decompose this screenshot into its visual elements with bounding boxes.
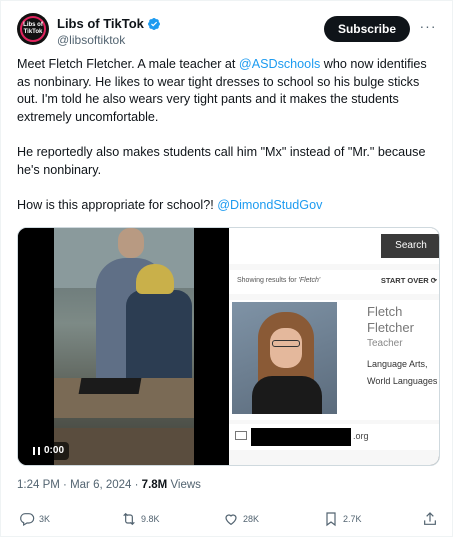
meta-separator: · xyxy=(131,479,142,491)
video-teacher-head xyxy=(118,228,144,258)
photo-face xyxy=(270,328,302,368)
video-time-badge[interactable]: 0:00 xyxy=(28,442,70,460)
tweet-paragraph-1: Meet Fletch Fletcher. A male teacher at … xyxy=(17,56,442,126)
tweet-paragraph-2: He reportedly also makes students call h… xyxy=(17,144,426,177)
avatar[interactable]: Libs of TikTok xyxy=(17,13,49,45)
staff-name: Fletch Fletcher xyxy=(367,304,414,336)
email-suffix: .org xyxy=(353,431,369,441)
results-prefix: Showing results for xyxy=(237,277,299,284)
tweet-text-segment: How is this appropriate for school?! xyxy=(17,197,218,212)
reply-icon xyxy=(20,513,35,527)
staff-directory-image: Search Showing results for 'Fletch' STAR… xyxy=(229,228,439,465)
staff-photo xyxy=(232,302,337,414)
video-time: 0:00 xyxy=(44,445,65,456)
tweet-time[interactable]: 1:24 PM xyxy=(17,479,60,491)
staff-last-name: Fletcher xyxy=(367,320,414,335)
display-name[interactable]: Libs of TikTok xyxy=(57,16,144,31)
bookmark-icon xyxy=(326,512,336,527)
views-count: 7.8M xyxy=(141,479,168,491)
mail-icon xyxy=(235,431,247,440)
redaction-bar xyxy=(251,428,351,446)
mention-link[interactable]: @ASDschools xyxy=(239,57,320,71)
tweet-card: Libs of TikTok Libs of TikTok @libsoftik… xyxy=(0,0,453,537)
display-name-row: Libs of TikTok xyxy=(57,16,161,31)
share-button[interactable] xyxy=(422,511,438,527)
tweet-text-segment: Meet Fletch Fletcher. A male teacher at xyxy=(17,57,239,71)
staff-first-name: Fletch xyxy=(367,304,403,319)
tweet-meta: 1:24 PM · Mar 6, 2024 · 7.8M Views xyxy=(17,479,201,491)
views-label: Views xyxy=(167,479,201,491)
video-student-hat xyxy=(136,264,174,294)
subscribe-button[interactable]: Subscribe xyxy=(323,16,410,42)
video-player[interactable]: 0:00 xyxy=(18,228,229,465)
photo-glasses xyxy=(272,340,300,347)
reply-count: 3K xyxy=(39,514,51,524)
photo-body xyxy=(252,376,322,414)
results-text: Showing results for 'Fletch' xyxy=(237,277,320,284)
like-count: 28K xyxy=(243,514,260,524)
staff-role: Teacher xyxy=(367,338,403,349)
staff-card: Fletch Fletcher Teacher Language Arts, W… xyxy=(229,300,439,420)
repost-count: 9.8K xyxy=(141,514,160,524)
start-over-text: START OVER xyxy=(380,276,429,285)
tweet-text: Meet Fletch Fletcher. A male teacher at … xyxy=(17,56,442,232)
heart-icon xyxy=(225,514,237,526)
pause-icon[interactable] xyxy=(33,447,40,455)
mention-link[interactable]: @DimondStudGov xyxy=(217,198,322,212)
video-desk-front xyxy=(54,428,194,465)
author-names: Libs of TikTok @libsoftiktok xyxy=(57,16,161,47)
directory-results-bar: Showing results for 'Fletch' START OVER … xyxy=(229,270,439,294)
author-handle[interactable]: @libsoftiktok xyxy=(57,33,161,47)
tweet-paragraph-3: How is this appropriate for school?! @Di… xyxy=(17,197,442,215)
staff-subject-1: Language Arts, xyxy=(367,359,428,369)
more-options-icon[interactable]: ··· xyxy=(418,19,438,39)
bookmark-button[interactable]: 2.7K xyxy=(323,511,362,527)
staff-email-row: .org xyxy=(229,424,439,450)
directory-search-button: Search xyxy=(381,234,439,258)
tweet-date[interactable]: Mar 6, 2024 xyxy=(70,479,131,491)
video-laptop xyxy=(78,378,142,394)
video-letterbox-left xyxy=(18,228,54,465)
share-icon xyxy=(424,512,436,525)
reply-button[interactable]: 3K xyxy=(19,511,50,527)
repost-button[interactable]: 9.8K xyxy=(121,511,160,527)
avatar-logo-text: Libs of TikTok xyxy=(23,22,43,35)
staff-subjects: Language Arts, World Languages xyxy=(367,356,437,390)
tweet-header: Libs of TikTok Libs of TikTok @libsoftik… xyxy=(17,13,440,53)
meta-separator: · xyxy=(59,479,71,491)
verified-badge-icon xyxy=(147,17,160,30)
start-over-label: START OVER ⟳ xyxy=(380,276,437,285)
bookmark-count: 2.7K xyxy=(343,514,362,524)
tweet-media[interactable]: 0:00 Search Showing results for 'Fletch'… xyxy=(17,227,440,466)
repost-icon xyxy=(123,512,135,526)
like-button[interactable]: 28K xyxy=(223,511,259,527)
directory-top-bar: Search xyxy=(229,228,439,264)
video-letterbox-right xyxy=(194,228,229,465)
action-bar: 3K 9.8K 28K 2.7K xyxy=(17,509,442,533)
staff-subject-2: World Languages xyxy=(367,376,438,386)
results-query: 'Fletch' xyxy=(298,277,321,284)
